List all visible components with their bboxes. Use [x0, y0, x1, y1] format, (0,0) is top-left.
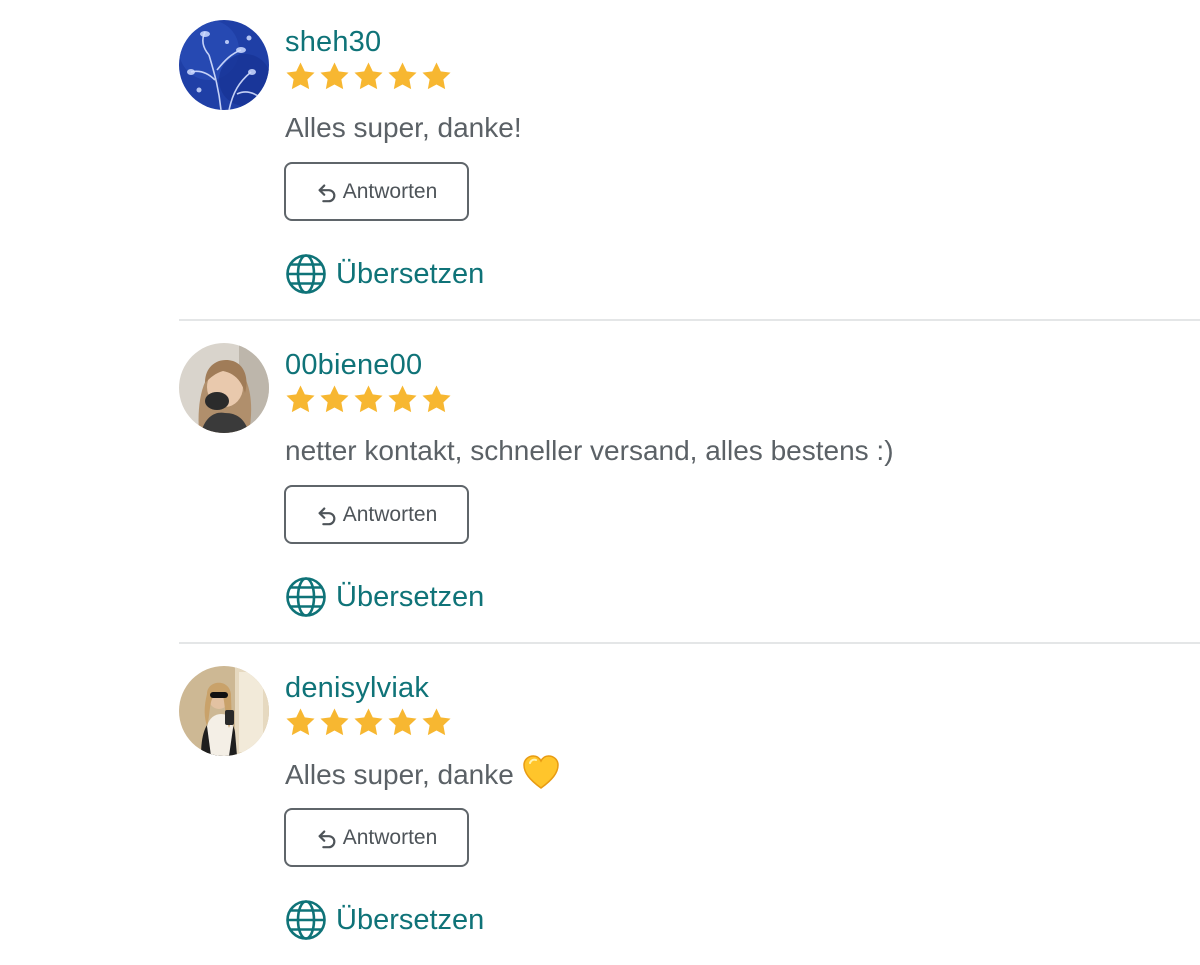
review-item: 00biene00 netter kontakt, schneller vers… — [0, 323, 1200, 646]
star-icon — [388, 385, 417, 413]
translate-link[interactable]: Übersetzen — [285, 898, 484, 942]
star-icon — [320, 385, 349, 413]
username[interactable]: 00biene00 — [285, 345, 422, 385]
globe-icon — [286, 254, 326, 294]
star-rating — [284, 60, 453, 94]
review-item: denisylviak Alles super, danke Antworten — [0, 646, 1200, 965]
star-icon — [354, 708, 383, 736]
star-icon — [354, 62, 383, 90]
star-icon — [422, 708, 451, 736]
translate-label: Übersetzen — [336, 257, 485, 290]
reply-arrow-icon — [318, 506, 336, 525]
star-icon — [388, 62, 417, 90]
avatar[interactable] — [179, 20, 269, 110]
review-item: sheh30 Alles super, danke! Antworten Übe… — [0, 0, 1200, 323]
star-icon — [422, 385, 451, 413]
globe-icon — [286, 900, 326, 940]
reply-button[interactable]: Antworten — [284, 808, 469, 867]
username[interactable]: sheh30 — [285, 22, 381, 62]
reply-arrow-icon — [318, 183, 336, 202]
reply-button[interactable]: Antworten — [284, 485, 469, 544]
star-icon — [286, 385, 315, 413]
review-comment: Alles super, danke! — [285, 112, 522, 143]
review-comment: Alles super, danke — [285, 754, 560, 795]
reply-button-label: Antworten — [342, 179, 438, 203]
username[interactable]: denisylviak — [285, 668, 429, 708]
star-icon — [286, 62, 315, 90]
star-rating — [284, 383, 453, 417]
blue-botanical-avatar-icon — [179, 20, 269, 110]
star-icon — [354, 385, 383, 413]
mirror-selfie-avatar-icon — [179, 666, 269, 756]
translate-link[interactable]: Übersetzen — [285, 575, 484, 619]
reply-button-label: Antworten — [342, 825, 438, 849]
translate-label: Übersetzen — [336, 580, 485, 613]
yellow-heart-icon — [523, 755, 559, 789]
star-icon — [422, 62, 451, 90]
review-comment-text: Alles super, danke — [285, 759, 514, 790]
review-comment: netter kontakt, schneller versand, alles… — [285, 435, 894, 466]
star-icon — [286, 708, 315, 736]
avatar[interactable] — [179, 343, 269, 433]
reviews-feed: sheh30 Alles super, danke! Antworten Übe… — [0, 0, 1200, 965]
star-icon — [388, 708, 417, 736]
divider — [179, 319, 1200, 321]
reply-button[interactable]: Antworten — [284, 162, 469, 221]
person-photo-avatar-icon — [179, 343, 269, 433]
avatar[interactable] — [179, 666, 269, 756]
globe-icon — [286, 577, 326, 617]
translate-link[interactable]: Übersetzen — [285, 252, 484, 296]
translate-label: Übersetzen — [336, 903, 485, 936]
star-rating — [284, 706, 453, 740]
star-icon — [320, 62, 349, 90]
divider — [179, 642, 1200, 644]
reply-button-label: Antworten — [342, 502, 438, 526]
star-icon — [320, 708, 349, 736]
reply-arrow-icon — [318, 829, 336, 848]
